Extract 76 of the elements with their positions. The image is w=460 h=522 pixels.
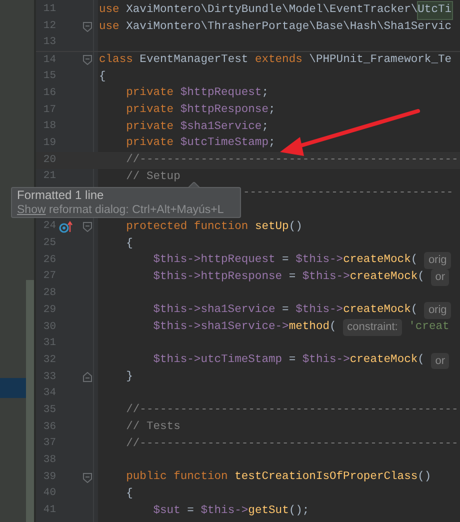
variable-name: $this->: [200, 504, 248, 519]
function-name: createMock: [350, 270, 418, 285]
variable-name: $httpResponse: [179, 102, 268, 118]
tooltip-hint: Show reformat dialog: Ctrl+Alt+Mayús+L: [17, 202, 225, 217]
parameter-hint: constraint:: [343, 319, 402, 336]
function-name: testCreationIsOfProperClass: [234, 470, 418, 486]
variable-name: $sut: [152, 504, 180, 519]
code-text: =: [281, 303, 290, 318]
keyword: extends: [254, 52, 302, 68]
variable-name: $this->: [302, 270, 350, 285]
code-comment: //-----------------------------------------------: [125, 402, 458, 418]
variable-name: $httpRequest: [179, 86, 262, 102]
keyword: protected function: [125, 220, 250, 235]
function-name: setUp: [254, 220, 289, 235]
code-text: XaviMontero\DirtyBundle\Model\EventTracker\: [125, 2, 418, 18]
function-name: createMock: [343, 302, 411, 318]
code-text: ;: [262, 120, 268, 135]
keyword: private: [125, 120, 174, 135]
variable-name: $this->sha1Service: [152, 302, 276, 318]
tooltip-title: Formatted 1 line: [17, 188, 105, 203]
code-text: {: [125, 486, 133, 502]
keyword: private: [125, 86, 174, 102]
parameter-hint: orig: [424, 302, 451, 319]
code-text: ();: [288, 504, 310, 519]
code-text: {: [125, 236, 133, 252]
function-name: getSut: [248, 504, 289, 519]
code-text: EventManagerTest: [138, 52, 250, 68]
code-comment: //-----------------------------------------------: [125, 436, 458, 452]
code-comment: //-----------------------------------------------: [125, 152, 458, 168]
code-text: {: [99, 70, 106, 85]
code-comment: -------------------------------: [243, 186, 454, 202]
code-text: \PHPUnit_Framework_Te: [308, 52, 452, 68]
code-comment: // Setup: [125, 170, 180, 185]
keyword: use: [99, 20, 120, 35]
override-method-icon[interactable]: [59, 221, 73, 234]
variable-name: $this->httpRequest: [152, 252, 276, 268]
variable-name: $utcTimeStamp: [179, 136, 268, 152]
code-text: =: [281, 253, 290, 268]
code-text: (: [410, 302, 419, 318]
variable-name: $this->sha1Service->: [152, 320, 289, 335]
code-text: ;: [268, 136, 276, 152]
variable-name: $this->utcTimeStamp: [152, 352, 282, 368]
variable-name: $this->: [296, 252, 344, 268]
code-text: =: [186, 504, 195, 519]
code-text: ;: [262, 86, 268, 102]
variable-name: $sha1Service: [179, 120, 262, 135]
parameter-hint: or: [431, 269, 449, 286]
code-text: =: [288, 270, 297, 285]
code-text: (): [418, 470, 432, 486]
keyword: private: [125, 102, 174, 118]
code-text: (: [418, 352, 426, 368]
keyword: use: [99, 2, 120, 18]
show-link[interactable]: Show: [17, 204, 46, 216]
code-text: (): [288, 220, 302, 235]
keyword: public function: [125, 470, 229, 486]
code-text: ;: [268, 103, 276, 118]
code-text: XaviMontero\ThrasherPortage\Base\Hash\Sha1Servic: [125, 20, 452, 35]
string-literal: 'creat: [408, 320, 450, 335]
function-name: createMock: [343, 252, 411, 268]
code-comment: // Tests: [125, 420, 180, 436]
function-name: method: [288, 320, 330, 335]
variable-name: $this->: [302, 352, 350, 368]
keyword: private: [125, 136, 174, 152]
code-text: =: [288, 353, 297, 368]
code-text: (: [418, 270, 426, 285]
parameter-hint: or: [431, 352, 449, 370]
function-name: createMock: [350, 352, 418, 368]
code-text: (: [410, 252, 419, 268]
fold-icon[interactable]: [82, 472, 92, 483]
code-text: }: [125, 370, 133, 386]
variable-name: $this->: [296, 302, 344, 318]
variable-name: $this->httpResponse: [152, 270, 282, 285]
keyword: class: [99, 52, 133, 68]
highlighted-usage: UtcTi: [418, 2, 452, 19]
code-text: (: [330, 320, 338, 335]
parameter-hint: orig: [424, 252, 451, 269]
